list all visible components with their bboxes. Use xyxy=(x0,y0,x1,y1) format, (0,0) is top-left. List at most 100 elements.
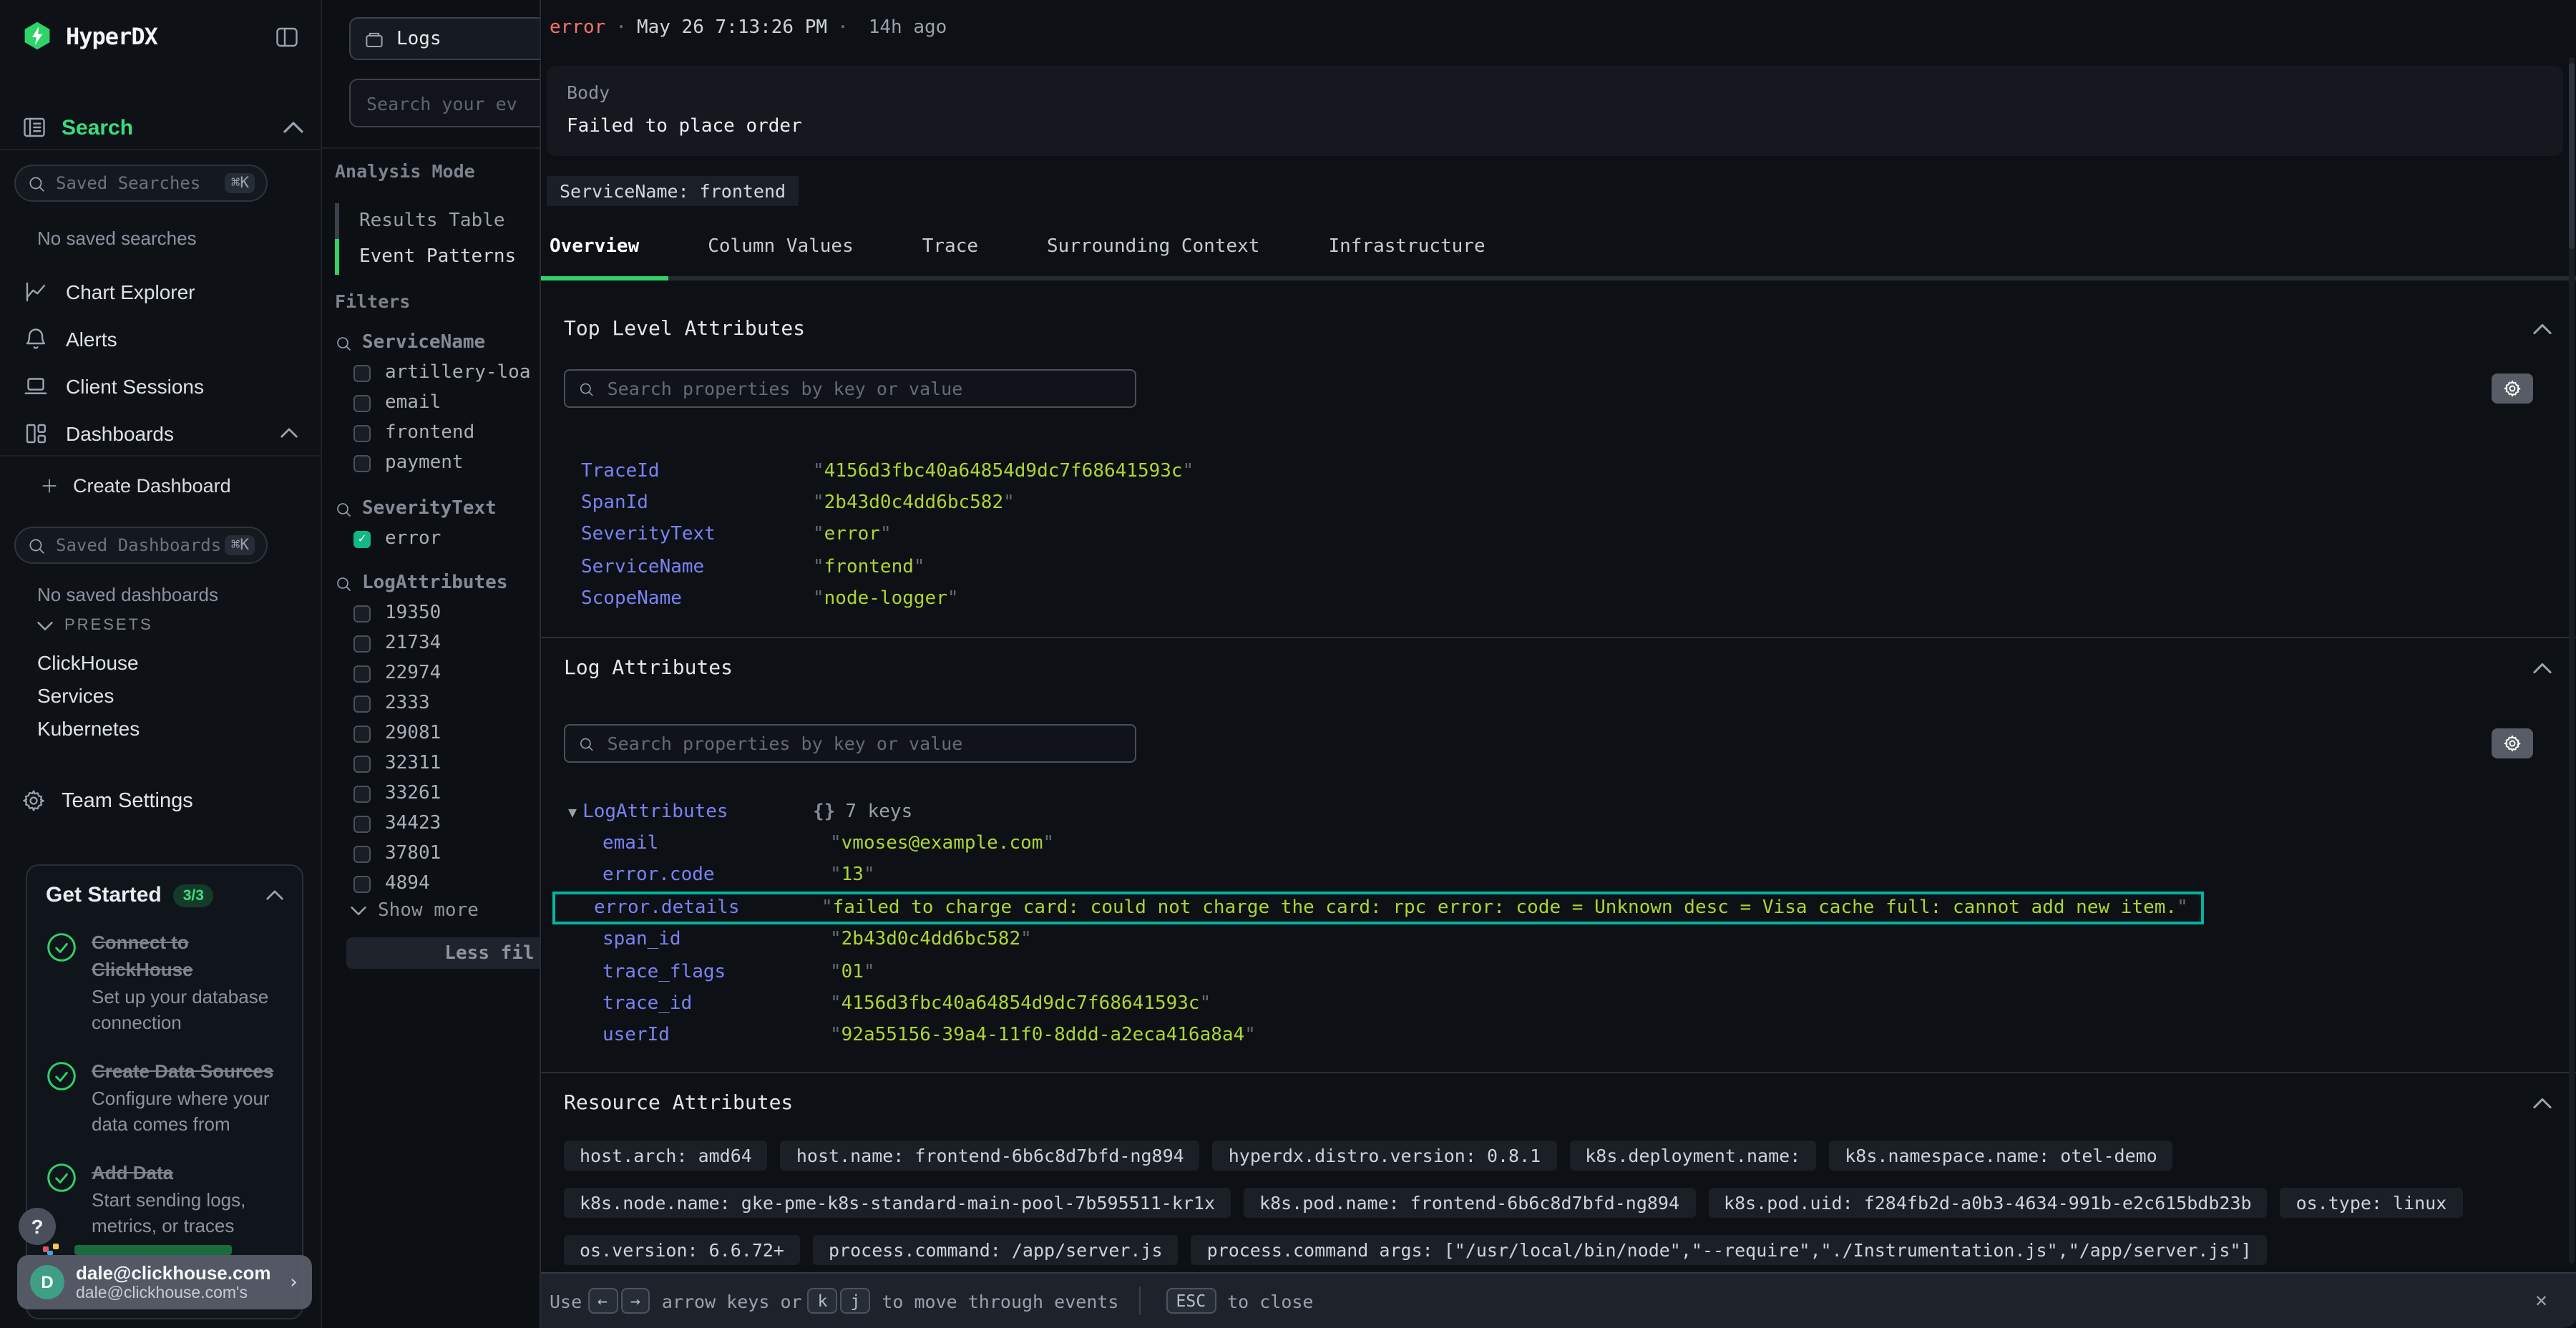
filter-option[interactable]: frontend xyxy=(353,418,474,448)
close-icon[interactable]: ✕ xyxy=(2535,1289,2547,1312)
get-started-step-sources[interactable]: Create Data Sources Configure where your… xyxy=(46,1058,283,1138)
chevron-up-icon[interactable] xyxy=(266,890,283,900)
checkbox[interactable] xyxy=(353,665,371,682)
show-more-button[interactable]: Show more xyxy=(351,900,479,922)
filter-option[interactable]: payment xyxy=(353,448,464,478)
chevron-up-icon[interactable] xyxy=(280,428,298,438)
tab-overview[interactable]: Overview xyxy=(550,236,639,258)
filter-option[interactable]: 4894 xyxy=(353,869,430,899)
filter-option-checked[interactable]: ✓error xyxy=(353,524,441,554)
checkbox[interactable] xyxy=(353,605,371,622)
filter-option[interactable]: 33261 xyxy=(353,778,441,809)
filter-option[interactable]: 2333 xyxy=(353,688,430,718)
filter-option[interactable]: 21734 xyxy=(353,628,441,658)
attribute-row[interactable]: emailvmoses@example.com xyxy=(564,828,2549,860)
resource-chip[interactable]: process.command args: ["/usr/local/bin/n… xyxy=(1191,1235,2268,1265)
less-filters-button[interactable]: Less fil xyxy=(346,937,541,969)
checkbox-checked[interactable]: ✓ xyxy=(353,530,371,547)
filter-option[interactable]: email xyxy=(353,388,441,418)
filter-group-servicename[interactable]: ServiceName xyxy=(335,332,485,353)
sidebar-item-chart-explorer[interactable]: Chart Explorer xyxy=(0,268,321,315)
checkbox[interactable] xyxy=(353,695,371,712)
saved-searches-input[interactable]: Saved Searches ⌘K xyxy=(14,165,268,202)
top-level-settings-button[interactable] xyxy=(2492,374,2533,404)
attribute-row[interactable]: span_id2b43d0c4dd6bc582 xyxy=(564,924,2549,956)
resource-chip[interactable]: host.arch: amd64 xyxy=(564,1141,768,1171)
resource-chip[interactable]: k8s.node.name: gke-pme-k8s-standard-main… xyxy=(564,1188,1231,1218)
attribute-row[interactable]: ScopeNamenode-logger xyxy=(564,583,2549,615)
chevron-up-icon[interactable] xyxy=(2533,323,2552,335)
top-level-search-input[interactable] xyxy=(605,376,1122,401)
app-logo[interactable]: HyperDX xyxy=(21,20,157,52)
resource-chip[interactable]: os.type: linux xyxy=(2280,1188,2463,1218)
tab-surrounding-context[interactable]: Surrounding Context xyxy=(1047,236,1259,258)
help-button[interactable]: ? xyxy=(19,1208,56,1245)
filter-option[interactable]: 37801 xyxy=(353,839,441,869)
chevron-up-icon[interactable] xyxy=(2533,1098,2552,1109)
resource-chip[interactable]: host.name: frontend-6b6c8d7bfd-ng894 xyxy=(781,1141,1200,1171)
top-level-search-box[interactable] xyxy=(564,369,1136,408)
scrollbar-thumb[interactable] xyxy=(2569,63,2575,249)
log-attributes-search-input[interactable] xyxy=(605,731,1122,756)
filter-option[interactable]: 29081 xyxy=(353,718,441,748)
checkbox[interactable] xyxy=(353,364,371,381)
filter-group-severitytext[interactable]: SeverityText xyxy=(335,498,497,519)
attribute-row[interactable]: userId92a55156-39a4-11f0-8ddd-a2eca416a8… xyxy=(564,1020,2549,1052)
event-search-input[interactable] xyxy=(364,91,541,115)
sidebar-item-clickhouse[interactable]: ClickHouse xyxy=(37,651,139,674)
attribute-row-highlighted[interactable]: error.detailsfailed to charge card: coul… xyxy=(552,892,2204,924)
resource-chip[interactable]: process.command: /app/server.js xyxy=(813,1235,1179,1265)
chevron-up-icon[interactable] xyxy=(283,122,303,133)
event-search-box[interactable] xyxy=(349,79,541,127)
filter-option[interactable]: artillery-loa xyxy=(353,358,531,388)
tree-root-row[interactable]: ▼LogAttributes {}7 keys xyxy=(564,796,2549,828)
log-attributes-search-box[interactable] xyxy=(564,724,1136,763)
resource-chip[interactable]: k8s.deployment.name: xyxy=(1569,1141,1816,1171)
filter-group-logattributes[interactable]: LogAttributes xyxy=(335,572,508,594)
checkbox[interactable] xyxy=(353,845,371,862)
attribute-row[interactable]: ServiceNamefrontend xyxy=(564,551,2549,583)
checkbox[interactable] xyxy=(353,424,371,441)
attribute-row[interactable]: trace_id4156d3fbc40a64854d9dc7f68641593c xyxy=(564,988,2549,1020)
tab-infrastructure[interactable]: Infrastructure xyxy=(1328,236,1485,258)
sidebar-item-search[interactable]: Search xyxy=(21,114,303,140)
attribute-row[interactable]: SpanId2b43d0c4dd6bc582 xyxy=(564,487,2549,519)
chevron-up-icon[interactable] xyxy=(2533,663,2552,674)
mode-results-table[interactable]: Results Table xyxy=(335,203,505,239)
sidebar-collapse-icon[interactable] xyxy=(273,24,301,50)
attribute-row[interactable]: SeverityTexterror xyxy=(564,519,2549,552)
filter-option[interactable]: 32311 xyxy=(353,748,441,778)
sidebar-item-services[interactable]: Services xyxy=(37,684,114,707)
attribute-row[interactable]: trace_flags01 xyxy=(564,956,2549,988)
tab-column-values[interactable]: Column Values xyxy=(708,236,854,258)
presets-toggle[interactable]: PRESETS xyxy=(37,617,153,634)
resource-chip[interactable]: k8s.pod.name: frontend-6b6c8d7bfd-ng894 xyxy=(1244,1188,1695,1218)
checkbox[interactable] xyxy=(353,755,371,772)
resource-chip[interactable]: k8s.pod.uid: f284fb2d-a0b3-4634-991b-e2c… xyxy=(1708,1188,2268,1218)
tab-trace[interactable]: Trace xyxy=(922,236,978,258)
checkbox[interactable] xyxy=(353,785,371,802)
filter-option[interactable]: 22974 xyxy=(353,658,441,688)
attribute-row[interactable]: error.code13 xyxy=(564,860,2549,892)
resource-chip[interactable]: k8s.namespace.name: otel-demo xyxy=(1829,1141,2173,1171)
mode-event-patterns[interactable]: Event Patterns xyxy=(335,239,516,275)
sidebar-item-kubernetes[interactable]: Kubernetes xyxy=(37,717,140,740)
sidebar-item-team-settings[interactable]: Team Settings xyxy=(21,788,193,813)
checkbox[interactable] xyxy=(353,725,371,742)
filter-option[interactable]: 19350 xyxy=(353,598,441,628)
checkbox[interactable] xyxy=(353,815,371,832)
checkbox[interactable] xyxy=(353,635,371,652)
sidebar-item-alerts[interactable]: Alerts xyxy=(0,315,321,362)
sidebar-item-client-sessions[interactable]: Client Sessions xyxy=(0,362,321,409)
attribute-row[interactable]: TraceId4156d3fbc40a64854d9dc7f68641593c xyxy=(564,455,2549,487)
resource-chip[interactable]: os.version: 6.6.72+ xyxy=(564,1235,800,1265)
create-dashboard-button[interactable]: Create Dashboard xyxy=(40,475,231,497)
filter-option[interactable]: 34423 xyxy=(353,809,441,839)
checkbox[interactable] xyxy=(353,454,371,472)
get-started-step-add-data[interactable]: Add Data Start sending logs, metrics, or… xyxy=(46,1159,283,1239)
user-menu[interactable]: D dale@clickhouse.com dale@clickhouse.co… xyxy=(17,1255,312,1309)
saved-dashboards-input[interactable]: Saved Dashboards ⌘K xyxy=(14,527,268,564)
checkbox[interactable] xyxy=(353,394,371,411)
source-select[interactable]: Logs xyxy=(349,17,541,60)
checkbox[interactable] xyxy=(353,875,371,892)
